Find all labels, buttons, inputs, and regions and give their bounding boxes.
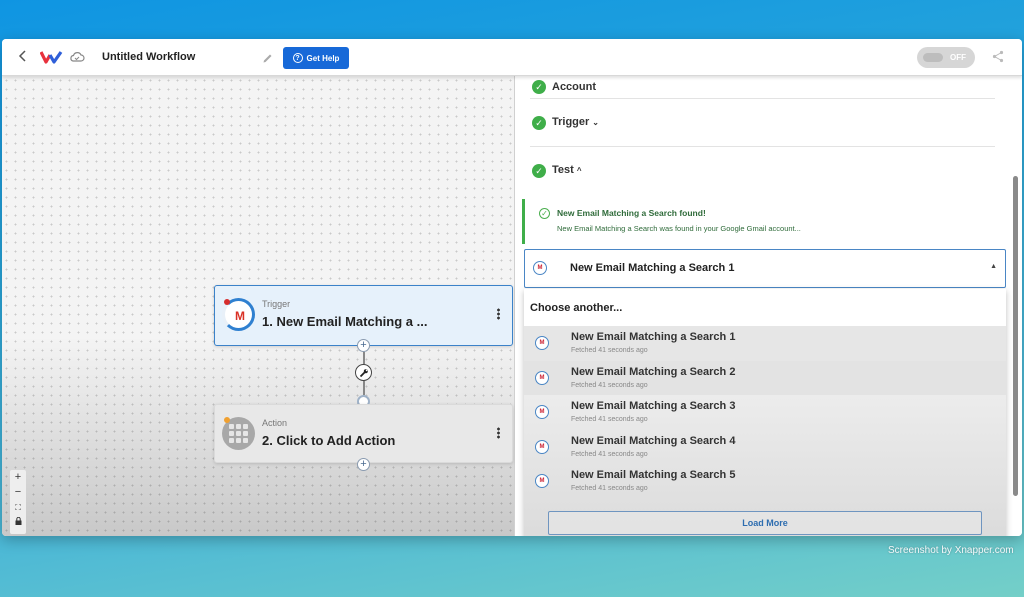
toggle-label: OFF [950, 53, 966, 62]
test-success-alert: ✓ New Email Matching a Search found! New… [522, 199, 1002, 244]
error-status-dot [224, 299, 230, 305]
alert-message: New Email Matching a Search was found in… [557, 224, 801, 233]
node-kind: Action [262, 418, 288, 428]
lock-icon [15, 516, 21, 525]
option-item[interactable]: M New Email Matching a Search 2 Fetched … [524, 360, 1006, 395]
section-account[interactable]: ✓ Account [530, 76, 995, 99]
check-circle-icon: ✓ [532, 116, 546, 130]
pencil-icon [263, 54, 272, 63]
lock-button[interactable] [10, 515, 26, 530]
option-item[interactable]: M New Email Matching a Search 1 Fetched … [524, 326, 1006, 361]
back-button[interactable] [18, 49, 32, 65]
app-logo[interactable] [39, 50, 64, 69]
help-circle-icon: ? [292, 53, 303, 63]
alert-title: New Email Matching a Search found! [557, 208, 706, 218]
chevron-down-icon: ⌄ [592, 118, 599, 127]
record-dropdown: Choose another... M New Email Matching a… [524, 289, 1006, 536]
gmail-icon: M [535, 370, 549, 385]
get-help-label: Get Help [306, 53, 340, 63]
caret-up-icon: ▲ [990, 263, 997, 270]
top-bar: Untitled Workflow ? Get Help OFF [2, 39, 1022, 76]
load-more-button[interactable]: Load More [548, 511, 982, 535]
gmail-icon: M [535, 439, 549, 454]
zoom-controls: + − ⛶ [10, 470, 26, 534]
warning-status-dot [224, 417, 230, 423]
fit-view-button[interactable]: ⛶ [10, 500, 26, 515]
cloud-icon [70, 52, 85, 62]
option-subtitle: Fetched 41 seconds ago [571, 347, 648, 354]
share-button[interactable] [992, 50, 1004, 68]
section-test[interactable]: ✓ Test ^ [530, 147, 995, 195]
dropdown-header: Choose another... [530, 302, 623, 314]
panel-scrollbar[interactable] [1013, 176, 1018, 496]
option-title: New Email Matching a Search 1 [571, 331, 736, 343]
step-config-panel: ✓ Account ✓ Trigger ⌄ ✓ Test ^ ✓ New Email… [515, 76, 1022, 536]
add-step-button[interactable]: + [357, 339, 370, 352]
option-subtitle: Fetched 41 seconds ago [571, 485, 648, 492]
connector-line [363, 352, 365, 364]
selected-value: New Email Matching a Search 1 [570, 262, 735, 274]
gmail-icon: M [533, 261, 547, 275]
toggle-knob [923, 53, 943, 62]
chevron-up-icon: ^ [576, 166, 582, 175]
option-item[interactable]: M New Email Matching a Search 5 Fetched … [524, 464, 1006, 499]
option-subtitle: Fetched 41 seconds ago [571, 450, 648, 458]
option-title: New Email Matching a Search 2 [571, 365, 736, 378]
share-icon [992, 50, 1004, 63]
app-window: Untitled Workflow ? Get Help OFF M Trigg… [2, 39, 1022, 536]
action-node[interactable]: Action 2. Click to Add Action [214, 404, 513, 463]
connector-line [363, 381, 365, 395]
option-item[interactable]: M New Email Matching a Search 4 Fetched … [524, 430, 1006, 465]
option-title: New Email Matching a Search 5 [571, 469, 736, 481]
option-title: New Email Matching a Search 4 [571, 434, 736, 447]
check-circle-icon: ✓ [532, 80, 546, 94]
trigger-node[interactable]: M Trigger 1. New Email Matching a ... [214, 285, 513, 346]
gmail-icon: M [535, 336, 549, 350]
section-label: Trigger [552, 116, 590, 128]
check-circle-icon: ✓ [532, 164, 546, 178]
section-label: Test [552, 164, 574, 176]
get-help-button[interactable]: ? Get Help [283, 47, 349, 69]
option-item[interactable]: M New Email Matching a Search 3 Fetched … [524, 395, 1006, 430]
node-kind: Trigger [262, 299, 291, 309]
workflow-title[interactable]: Untitled Workflow [102, 51, 195, 63]
option-list: M New Email Matching a Search 1 Fetched … [524, 326, 1006, 499]
filter-button[interactable] [355, 364, 372, 381]
node-name: 2. Click to Add Action [262, 433, 396, 448]
check-circle-outline-icon: ✓ [539, 208, 550, 219]
chevron-left-icon [18, 50, 26, 62]
option-title: New Email Matching a Search 3 [571, 400, 736, 412]
zoom-out-button[interactable]: − [10, 485, 26, 500]
rename-button[interactable] [262, 51, 273, 69]
more-options-icon[interactable] [497, 308, 500, 320]
gmail-icon: M [535, 474, 549, 488]
workflow-toggle[interactable]: OFF [917, 47, 975, 68]
section-label: Account [552, 81, 596, 93]
more-options-icon[interactable] [497, 427, 500, 439]
test-record-select[interactable]: M New Email Matching a Search 1 ▲ [524, 249, 1006, 288]
logo-icon [39, 51, 63, 64]
zoom-in-button[interactable]: + [10, 470, 26, 485]
option-subtitle: Fetched 41 seconds ago [571, 416, 648, 423]
node-name: 1. New Email Matching a ... [262, 314, 428, 329]
gmail-icon: M [235, 309, 245, 323]
wrench-icon [359, 368, 368, 377]
cloud-save-status [69, 50, 85, 68]
watermark: Screenshot by Xnapper.com [888, 545, 1014, 556]
gmail-icon: M [535, 405, 549, 419]
add-step-button[interactable]: + [357, 458, 370, 471]
section-trigger[interactable]: ✓ Trigger ⌄ [530, 99, 995, 147]
option-subtitle: Fetched 41 seconds ago [571, 381, 648, 389]
